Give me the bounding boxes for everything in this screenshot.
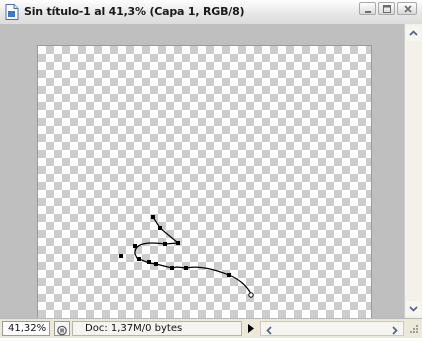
window-title: Sin título-1 al 41,3% (Capa 1, RGB/8) bbox=[24, 5, 245, 18]
scroll-left-button[interactable] bbox=[263, 322, 275, 335]
close-icon bbox=[404, 5, 412, 13]
resize-grip[interactable] bbox=[406, 321, 420, 336]
status-bar: 41,32% Doc: 1,37M/0 bytes bbox=[0, 318, 422, 338]
anchor-point[interactable] bbox=[137, 257, 141, 261]
anchor-point[interactable] bbox=[170, 266, 174, 270]
scroll-up-button[interactable] bbox=[406, 26, 421, 41]
minimize-button[interactable] bbox=[359, 2, 376, 15]
status-menu-button[interactable] bbox=[244, 321, 258, 336]
document-window: Sin título-1 al 41,3% (Capa 1, RGB/8) 41… bbox=[0, 0, 422, 338]
chevron-left-icon bbox=[266, 326, 272, 335]
maximize-icon bbox=[383, 5, 391, 13]
zoom-field[interactable]: 41,32% bbox=[2, 321, 50, 336]
maximize-button[interactable] bbox=[378, 2, 395, 15]
anchor-point[interactable] bbox=[151, 215, 155, 219]
scroll-right-button[interactable] bbox=[389, 322, 401, 335]
horizontal-scrollbar[interactable] bbox=[260, 321, 404, 336]
anchor-point[interactable] bbox=[227, 273, 231, 277]
document-canvas[interactable] bbox=[37, 45, 372, 319]
close-button[interactable] bbox=[397, 2, 417, 15]
document-icon bbox=[5, 4, 19, 20]
anchor-point[interactable] bbox=[147, 260, 151, 264]
resize-grip-icon bbox=[410, 325, 418, 333]
anchor-point[interactable] bbox=[176, 241, 180, 245]
anchor-point[interactable] bbox=[119, 254, 123, 258]
chevron-down-icon bbox=[409, 306, 418, 312]
selected-anchor-point[interactable] bbox=[248, 292, 254, 298]
pen-path[interactable] bbox=[38, 46, 371, 318]
minimize-icon bbox=[365, 11, 371, 13]
anchor-point[interactable] bbox=[133, 244, 137, 248]
status-options-icon bbox=[57, 325, 67, 336]
chevron-up-icon bbox=[409, 30, 418, 36]
vertical-scrollbar[interactable] bbox=[404, 24, 422, 318]
title-bar[interactable]: Sin título-1 al 41,3% (Capa 1, RGB/8) bbox=[0, 0, 422, 25]
document-info: Doc: 1,37M/0 bytes bbox=[72, 321, 242, 336]
chevron-right-icon bbox=[392, 326, 398, 335]
canvas-workspace[interactable] bbox=[0, 24, 404, 319]
triangle-right-icon bbox=[248, 324, 254, 333]
anchor-point[interactable] bbox=[154, 262, 158, 266]
anchor-point[interactable] bbox=[158, 226, 162, 230]
path-stroke bbox=[134, 216, 252, 295]
scroll-down-button[interactable] bbox=[406, 301, 421, 316]
status-options-button[interactable] bbox=[54, 321, 70, 336]
anchor-point[interactable] bbox=[184, 266, 188, 270]
anchor-point[interactable] bbox=[163, 242, 167, 246]
